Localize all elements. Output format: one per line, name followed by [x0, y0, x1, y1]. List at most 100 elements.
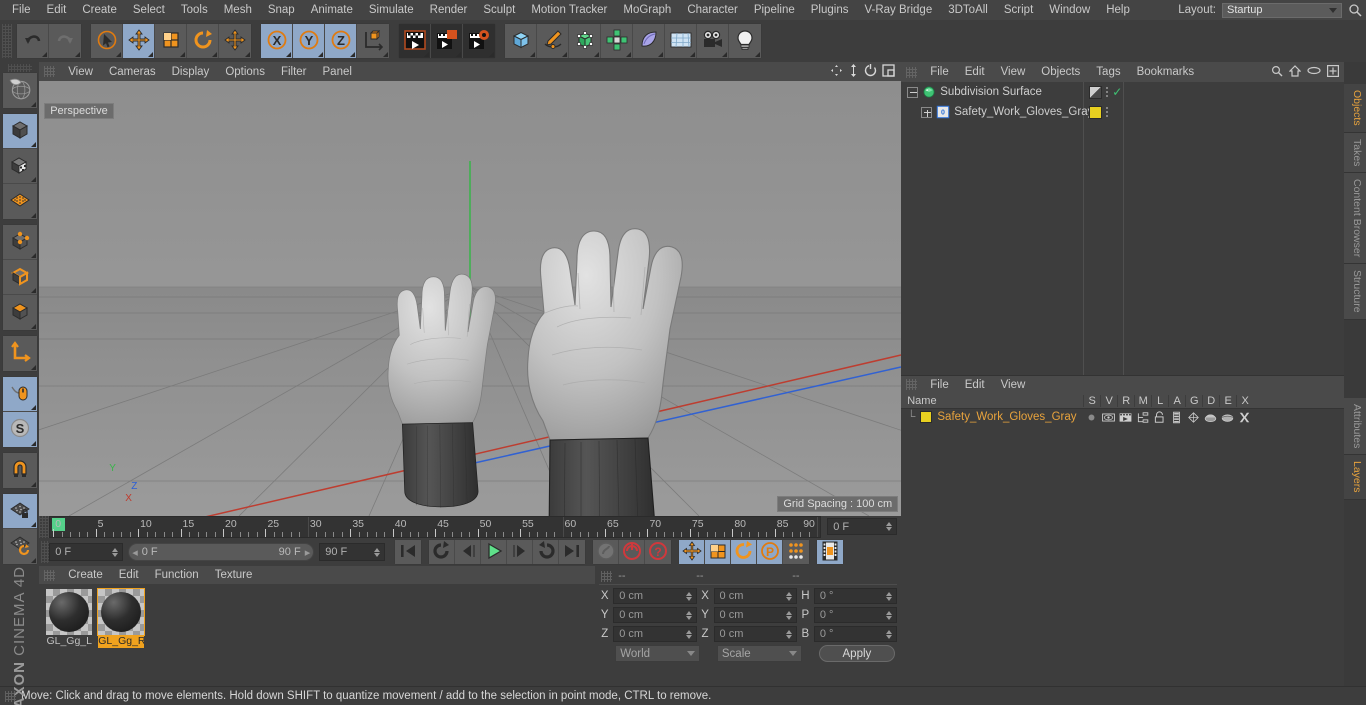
menu-item-mograph[interactable]: MoGraph [615, 2, 679, 18]
coordinate-mode-dropdown[interactable]: Scale [716, 645, 802, 662]
stepper-icon[interactable] [785, 610, 794, 620]
transport-grip[interactable] [41, 541, 50, 563]
stepper-icon[interactable] [112, 547, 120, 557]
layout-dropdown[interactable]: Startup [1222, 2, 1342, 18]
visibility-check-icon[interactable]: ✓ [1112, 85, 1122, 99]
polygon-grid-button[interactable] [2, 184, 37, 219]
menu-item-window[interactable]: Window [1041, 2, 1098, 18]
rotate-button[interactable] [187, 24, 219, 58]
toolbar-grip[interactable] [2, 24, 12, 58]
menu-item-v-ray-bridge[interactable]: V-Ray Bridge [856, 2, 940, 18]
light-button[interactable] [729, 24, 761, 58]
lock-icon[interactable] [1151, 410, 1168, 424]
perspective-viewport[interactable]: Perspective Grid Spacing : 100 cm Y X Z [39, 81, 902, 516]
apply-button[interactable]: Apply [818, 645, 896, 662]
stepper-icon[interactable] [785, 629, 794, 639]
timeline-ruler[interactable]: 0 5 10 15 20 25 30 35 40 45 50 55 60 65 70 75 80 85 90 [49, 516, 822, 538]
pan-view-icon[interactable] [830, 64, 843, 80]
xref-icon[interactable] [1236, 411, 1253, 424]
viewport-menu-grip[interactable] [44, 66, 56, 77]
vtab-structure[interactable]: Structure [1344, 264, 1366, 320]
pos-x-field[interactable]: 0 cm [613, 588, 697, 604]
menu-item-tools[interactable]: Tools [173, 2, 216, 18]
preview-range-slider[interactable]: ◂ 0 F 90 F ▸ [128, 543, 315, 561]
menu-item-render[interactable]: Render [422, 2, 476, 18]
render-region-button[interactable] [431, 24, 463, 58]
position-key-button[interactable] [679, 540, 706, 564]
menu-item-plugins[interactable]: Plugins [803, 2, 857, 18]
search-icon[interactable] [1348, 3, 1362, 17]
material-menu-edit[interactable]: Edit [111, 567, 147, 583]
menu-item-pipeline[interactable]: Pipeline [746, 2, 803, 18]
pos-y-field[interactable]: 0 cm [613, 607, 697, 623]
menu-item-simulate[interactable]: Simulate [361, 2, 422, 18]
stepper-icon[interactable] [886, 610, 894, 620]
solo-dot-icon[interactable] [1083, 411, 1100, 424]
axis-x-button[interactable]: X [261, 24, 293, 58]
vtab-layers[interactable]: Layers [1344, 455, 1366, 500]
menu-item-select[interactable]: Select [125, 2, 173, 18]
size-z-field[interactable]: 0 cm [713, 626, 797, 642]
generator-icon[interactable] [1185, 411, 1202, 424]
viewport-menu-display[interactable]: Display [164, 64, 218, 80]
render-settings-button[interactable] [463, 24, 495, 58]
object-menu-view[interactable]: View [993, 64, 1034, 80]
scene-floor-button[interactable] [665, 24, 697, 58]
rot-b-field[interactable]: 0 ° [813, 626, 898, 642]
play-backwards-loop-button[interactable] [429, 540, 456, 564]
pos-z-field[interactable]: 0 cm [613, 626, 697, 642]
menu-item-snap[interactable]: Snap [260, 2, 303, 18]
render-icon[interactable] [1117, 411, 1134, 424]
workplane-rotate-button[interactable] [2, 529, 37, 564]
deformer-icon[interactable] [1202, 411, 1219, 424]
menu-item-file[interactable]: File [4, 2, 39, 18]
move-alt-button[interactable] [219, 24, 251, 58]
layer-menu-edit[interactable]: Edit [957, 377, 993, 393]
menu-item-edit[interactable]: Edit [39, 2, 75, 18]
object-menu-edit[interactable]: Edit [957, 64, 993, 80]
menu-item-create[interactable]: Create [74, 2, 125, 18]
timeline-button[interactable] [817, 540, 844, 564]
layer-manager-body[interactable]: Name S V R M L A G D E X └ Safety_Work_Gloves_Gray [901, 393, 1345, 686]
edge-mode-button[interactable] [2, 260, 37, 295]
animation-icon[interactable] [1168, 411, 1185, 424]
object-menu-file[interactable]: File [922, 64, 957, 80]
viewport-menu-options[interactable]: Options [217, 64, 273, 80]
material-menu-texture[interactable]: Texture [207, 567, 261, 583]
object-menu-tags[interactable]: Tags [1088, 64, 1128, 80]
viewport-menu-view[interactable]: View [60, 64, 101, 80]
coordinate-system-dropdown[interactable]: World [615, 645, 700, 662]
cube-primitive-button[interactable] [505, 24, 537, 58]
select-cursor-button[interactable] [91, 24, 123, 58]
menu-item-animate[interactable]: Animate [303, 2, 361, 18]
rot-h-field[interactable]: 0 ° [813, 588, 898, 604]
capsule-icon[interactable] [1307, 66, 1322, 78]
vtab-content-browser[interactable]: Content Browser [1344, 173, 1366, 265]
menu-item-character[interactable]: Character [679, 2, 746, 18]
maximize-view-icon[interactable] [882, 63, 895, 80]
stepper-icon[interactable] [886, 591, 894, 601]
viewport-menu-cameras[interactable]: Cameras [101, 64, 164, 80]
vtab-attributes[interactable]: Attributes [1344, 397, 1366, 456]
stepper-icon[interactable] [685, 610, 694, 620]
search-icon[interactable] [1271, 65, 1283, 80]
scale-button[interactable] [155, 24, 187, 58]
object-manager-body[interactable]: Subdivision Surface ✓ 0 Safety_Work_Gloves_… [901, 82, 1345, 375]
left-toolbar-grip[interactable] [7, 64, 32, 72]
axis-z-button[interactable]: Z [325, 24, 357, 58]
record-active-objects-button[interactable] [593, 540, 620, 564]
collapse-icon[interactable] [907, 86, 919, 98]
range-right-arrow-icon[interactable]: ▸ [305, 546, 311, 559]
camera-button[interactable] [697, 24, 729, 58]
material-chip[interactable]: GL_Gg_R [97, 588, 146, 648]
step-forward-button[interactable] [507, 540, 534, 564]
array-button[interactable] [601, 24, 633, 58]
object-menu-bookmarks[interactable]: Bookmarks [1129, 64, 1203, 80]
stepper-icon[interactable] [886, 522, 894, 531]
material-chip[interactable]: GL_Gg_L [46, 589, 93, 648]
move-button[interactable] [123, 24, 155, 58]
step-back-button[interactable] [455, 540, 482, 564]
enable-axis-button[interactable] [2, 377, 37, 412]
workplane-lock-button[interactable] [2, 494, 37, 529]
scale-key-button[interactable] [705, 540, 732, 564]
